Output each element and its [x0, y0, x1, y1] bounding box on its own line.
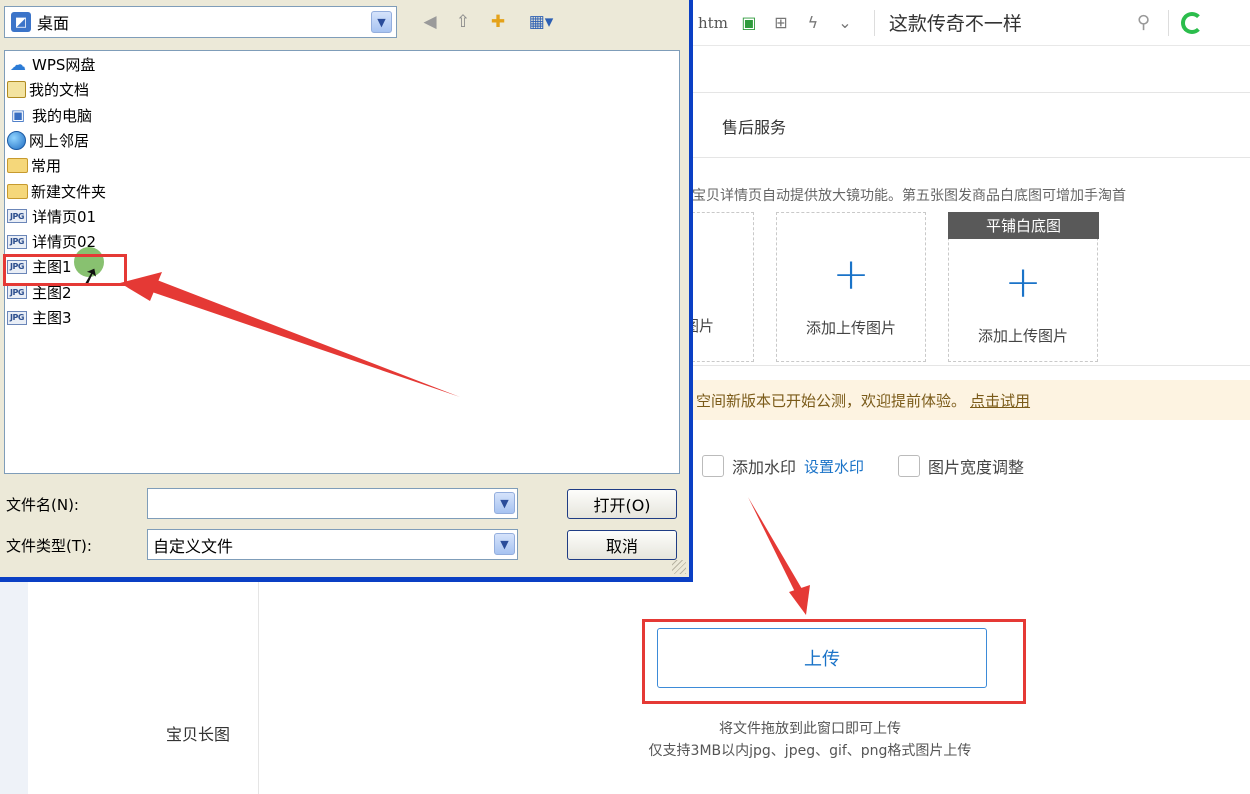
- set-watermark-link[interactable]: 设置水印: [804, 456, 864, 477]
- file-list-item[interactable]: ▣ 我的电脑: [7, 104, 92, 127]
- file-list-item[interactable]: 网上邻居: [7, 129, 89, 152]
- url-fragment[interactable]: htm: [698, 14, 728, 32]
- computer-icon: ▣: [10, 106, 26, 125]
- cloud-icon: ☁: [10, 55, 26, 74]
- resize-grip[interactable]: [672, 560, 686, 574]
- image-hint-text: 宝贝详情页自动提供放大镜功能。第五张图发商品白底图可增加手淘首: [692, 188, 1126, 204]
- file-list-item[interactable]: JPG 详情页02: [7, 230, 96, 253]
- add-watermark-label: 添加水印: [732, 458, 797, 477]
- documents-icon: [7, 81, 26, 99]
- drop-hint: 将文件拖放到此窗口即可上传 仅支持3MB以内jpg、jpeg、gif、png格式…: [600, 718, 1020, 762]
- file-list-item[interactable]: 常用: [7, 154, 61, 177]
- network-icon: [7, 130, 26, 150]
- open-button[interactable]: 打开(O): [567, 489, 677, 519]
- jpg-file-icon: JPG: [7, 209, 27, 224]
- look-in-value: 桌面: [37, 14, 70, 33]
- browser-toolbar: htm ▣ ⊞ ϟ ⌄ 这款传奇不一样 ⚲: [692, 0, 1250, 46]
- adjust-width-checkbox[interactable]: [898, 455, 921, 477]
- back-icon[interactable]: ◀: [418, 10, 442, 34]
- file-list-item[interactable]: JPG 主图3: [7, 306, 72, 329]
- chevron-down-icon[interactable]: ⌄: [834, 12, 856, 34]
- toolbar-divider: [873, 9, 875, 36]
- file-list[interactable]: ☁ WPS网盘 我的文档 ▣ 我的电脑 网上邻居 常用 新建文件夹 JPG 详情页01 JPG 详情页…: [4, 50, 680, 474]
- chevron-down-icon[interactable]: ▼: [371, 11, 392, 33]
- file-list-item-label: 新建文件夹: [31, 182, 107, 201]
- file-name-label: 文件名(N):: [6, 496, 79, 514]
- page-left-strip: [0, 581, 28, 794]
- image-slot-white-background[interactable]: 平铺白底图 + 添加上传图片: [948, 212, 1099, 362]
- chevron-down-icon[interactable]: ▼: [494, 533, 515, 555]
- slot-header: 平铺白底图: [948, 212, 1099, 239]
- arrow-to-upload: [748, 497, 802, 592]
- add-watermark-checkbox[interactable]: [702, 455, 724, 477]
- chevron-down-icon[interactable]: ▼: [494, 492, 515, 514]
- desktop-icon: ◩: [11, 12, 31, 32]
- file-list-item[interactable]: JPG 主图2: [7, 281, 72, 304]
- file-list-item[interactable]: 新建文件夹: [7, 180, 106, 203]
- view-menu-icon[interactable]: ▦▾: [522, 10, 560, 34]
- file-type-label: 文件类型(T):: [6, 537, 92, 555]
- browser-logo-icon[interactable]: [1181, 11, 1204, 34]
- file-list-item-label: 详情页01: [32, 207, 97, 226]
- file-list-item[interactable]: JPG 主图1: [7, 255, 72, 278]
- file-list-item-label: WPS网盘: [32, 56, 96, 74]
- file-list-item[interactable]: 我的文档: [7, 78, 89, 101]
- format-hint-line: 仅支持3MB以内jpg、jpeg、gif、png格式图片上传: [648, 743, 972, 759]
- folder-icon: [7, 183, 28, 199]
- file-list-item[interactable]: JPG 详情页01: [7, 205, 96, 228]
- jpg-file-icon: JPG: [7, 285, 27, 300]
- plus-icon: +: [832, 249, 870, 300]
- notice-text: 空间新版本已开始公测，欢迎提前体验。: [696, 391, 967, 410]
- image-options: 添加水印 设置水印 图片宽度调整: [702, 454, 1024, 478]
- long-image-label: 宝贝长图: [166, 725, 231, 744]
- plus-icon: +: [1004, 257, 1042, 308]
- try-link[interactable]: 点击试用: [970, 390, 1030, 411]
- apps-grid-icon[interactable]: ⊞: [770, 12, 792, 34]
- cancel-button[interactable]: 取消: [567, 530, 677, 560]
- upload-button[interactable]: 上传: [657, 628, 987, 688]
- tab-after-sales[interactable]: 售后服务: [722, 114, 786, 138]
- adjust-width-label: 图片宽度调整: [928, 458, 1025, 477]
- new-folder-icon[interactable]: ✚: [486, 10, 510, 34]
- file-type-select[interactable]: 自定义文件 ▼: [147, 529, 518, 560]
- file-list-item[interactable]: ☁ WPS网盘: [7, 53, 95, 76]
- file-list-item-label: 网上邻居: [29, 131, 90, 150]
- section-divider: [692, 365, 1250, 366]
- file-list-item-label: 详情页02: [32, 233, 97, 252]
- folder-icon: [7, 158, 28, 174]
- jpg-file-icon: JPG: [7, 234, 27, 249]
- file-list-item-label: 主图3: [32, 309, 72, 327]
- search-suggestion[interactable]: 这款传奇不一样: [889, 9, 1129, 36]
- search-icon[interactable]: ⚲: [1137, 12, 1150, 33]
- file-list-item-label: 常用: [31, 157, 62, 176]
- screenshot-icon[interactable]: ▣: [738, 12, 760, 34]
- file-list-item-label: 主图1: [32, 258, 72, 277]
- up-folder-icon[interactable]: ⇧: [451, 10, 475, 34]
- file-name-input[interactable]: ▼: [147, 488, 518, 519]
- look-in-dropdown[interactable]: ◩ 桌面 ▼: [4, 6, 397, 38]
- column-divider: [258, 581, 259, 794]
- notice-banner: 空间新版本已开始公测，欢迎提前体验。 点击试用: [692, 380, 1250, 420]
- file-type-value: 自定义文件: [153, 536, 234, 556]
- section-divider: [692, 92, 1250, 93]
- jpg-file-icon: JPG: [7, 259, 27, 274]
- file-open-dialog: ◩ 桌面 ▼ ◀ ⇧ ✚ ▦▾ ☁ WPS网盘 我的文档 ▣ 我的电脑 网上邻居 常用 新建文…: [0, 0, 693, 582]
- slot-caption: 添加上传图片: [805, 319, 896, 337]
- jpg-file-icon: JPG: [7, 310, 27, 325]
- toolbar-divider: [1168, 9, 1170, 36]
- file-list-item-label: 我的电脑: [32, 106, 93, 125]
- file-list-item-label: 主图2: [32, 283, 72, 302]
- arrow-head-upload: [789, 585, 810, 615]
- image-slot-partial[interactable]: 图片: [684, 212, 754, 362]
- section-divider: [692, 157, 1250, 158]
- drop-hint-line: 将文件拖放到此窗口即可上传: [719, 721, 901, 737]
- file-list-item-label: 我的文档: [29, 81, 90, 100]
- slot-caption: 添加上传图片: [977, 327, 1068, 345]
- lightning-icon[interactable]: ϟ: [802, 12, 824, 34]
- image-slot-add[interactable]: + 添加上传图片: [776, 212, 926, 362]
